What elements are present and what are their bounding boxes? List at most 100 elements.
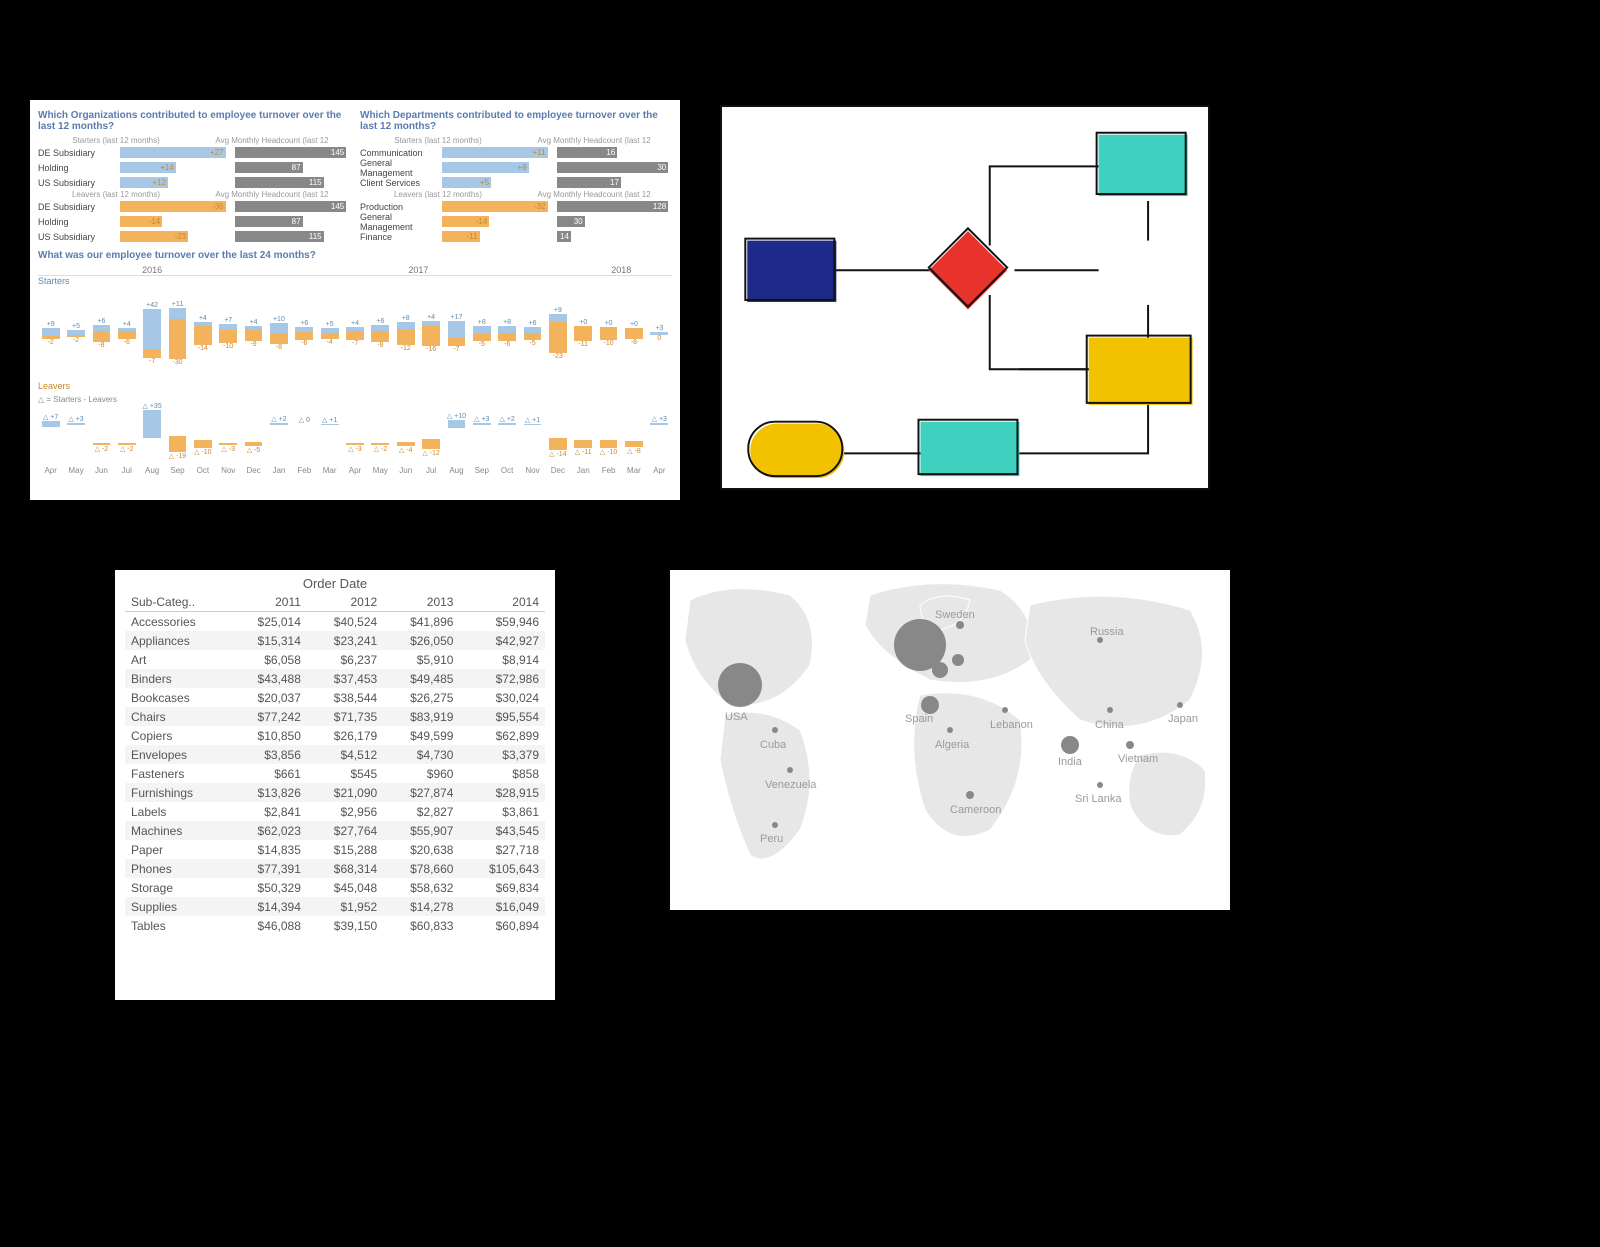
cell: Accessories [125, 612, 231, 632]
table-row: Fasteners$661$545$960$858 [125, 764, 545, 783]
flow-node-b [1087, 336, 1193, 405]
table-row: Chairs$77,242$71,735$83,919$95,554 [125, 707, 545, 726]
flow-node-start [745, 239, 836, 302]
month-tick: Apr [38, 466, 63, 475]
d-sub-head2: Avg Monthly Headcount (last 12 [516, 190, 672, 199]
map-label-venezuela: Venezuela [765, 779, 817, 791]
cell: $3,861 [459, 802, 545, 821]
delta-bar: △ -3 [342, 415, 367, 453]
table-row: Binders$43,488$37,453$49,485$72,986 [125, 669, 545, 688]
month-tick: May [368, 466, 393, 475]
cell: $6,237 [307, 650, 383, 669]
cell: $6,058 [231, 650, 307, 669]
value-bar: -14 [442, 216, 489, 227]
table-title: Order Date [125, 576, 545, 593]
table-row: Tables$46,088$39,150$60,833$60,894 [125, 916, 545, 935]
month-bar: +0-10 [596, 320, 621, 347]
table-row: Copiers$10,850$26,179$49,599$62,899 [125, 726, 545, 745]
month-bar: +5-2 [63, 323, 88, 344]
cell: $95,554 [459, 707, 545, 726]
delta-bar: △ +1 [520, 416, 545, 453]
cell: $14,278 [383, 897, 459, 916]
delta-bar: △ +7 [38, 413, 63, 455]
bar-row: General Management+930 [360, 160, 672, 175]
col-header: 2011 [231, 593, 307, 612]
month-bar: +9-23 [545, 307, 570, 360]
flow-node-c [918, 420, 1019, 476]
cell: $43,488 [231, 669, 307, 688]
cell: $20,638 [383, 840, 459, 859]
cell: $28,915 [459, 783, 545, 802]
table-row: Art$6,058$6,237$5,910$8,914 [125, 650, 545, 669]
month-bar: +4-7 [342, 320, 367, 347]
delta-bar: △ -2 [114, 415, 139, 453]
month-bar: +6-8 [89, 318, 114, 348]
cell: $60,833 [383, 916, 459, 935]
cell: $14,835 [231, 840, 307, 859]
month-tick: Sep [469, 466, 494, 475]
cell: $72,986 [459, 669, 545, 688]
month-tick: Dec [241, 466, 266, 475]
table-row: Supplies$14,394$1,952$14,278$16,049 [125, 897, 545, 916]
bar-label: US Subsidiary [38, 232, 120, 242]
map-bubble-cameroon [966, 791, 974, 799]
cell: $2,841 [231, 802, 307, 821]
delta-bar: △ -10 [596, 412, 621, 456]
cell: $27,718 [459, 840, 545, 859]
month-bar: +0-11 [571, 319, 596, 348]
cell: $858 [459, 764, 545, 783]
map-label-vietnam: Vietnam [1118, 753, 1158, 765]
sub-headcount: Avg Monthly Headcount (last 12 [194, 136, 350, 145]
bar-row: DE Subsidiary+27145 [38, 145, 350, 160]
cell: $960 [383, 764, 459, 783]
cell: Fasteners [125, 764, 231, 783]
cell: $4,730 [383, 745, 459, 764]
cell: $16,049 [459, 897, 545, 916]
map-label-sweden: Sweden [935, 609, 975, 621]
headcount-bar: 30 [557, 216, 585, 227]
bar-label: DE Subsidiary [38, 148, 120, 158]
value-bar: -32 [442, 201, 548, 212]
delta-bar: △ +2 [266, 415, 291, 453]
cell: $14,394 [231, 897, 307, 916]
month-tick: Jan [266, 466, 291, 475]
cell: $62,899 [459, 726, 545, 745]
cell: $15,314 [231, 631, 307, 650]
world-map: USA Cuba Venezuela Peru Spain Sweden Alg… [670, 570, 1230, 910]
map-bubble-srilanka [1097, 782, 1103, 788]
month-tick: Nov [216, 466, 241, 475]
map-bubble-algeria [947, 727, 953, 733]
month-tick: Oct [190, 466, 215, 475]
month-bar: +4-9 [241, 319, 266, 349]
month-tick: Apr [647, 466, 672, 475]
monthly-starters-leavers-chart: +9-2+5-2+6-8+4-6+42-7+11-30+4-14+7-10+4-… [38, 286, 672, 381]
headcount-bar: 30 [557, 162, 668, 173]
delta-bar: △ -5 [241, 414, 266, 454]
value-bar: +11 [442, 147, 548, 158]
cell: $50,329 [231, 878, 307, 897]
cell: $38,544 [307, 688, 383, 707]
cell: $45,048 [307, 878, 383, 897]
map-bubble-sweden [956, 621, 964, 629]
map-label-cuba: Cuba [760, 739, 787, 751]
delta-bar: △ +3 [469, 415, 494, 453]
bar-row: Holding-1487 [38, 214, 350, 229]
month-tick: Sep [165, 466, 190, 475]
cell: Chairs [125, 707, 231, 726]
year-axis: 2016 2017 2018 [38, 265, 672, 276]
bar-label: Finance [360, 232, 442, 242]
value-bar: +5 [442, 177, 491, 188]
month-bar: +5-4 [317, 321, 342, 345]
cell: $10,850 [231, 726, 307, 745]
delta-bar: △ -11 [571, 412, 596, 457]
bar-label: General Management [360, 158, 442, 178]
dept-question: Which Departments contributed to employe… [360, 110, 672, 132]
month-bar: +8-12 [393, 315, 418, 353]
month-tick: Mar [317, 466, 342, 475]
month-bar: +17-7 [444, 314, 469, 354]
map-bubble-germany [952, 654, 964, 666]
flow-node-a [1097, 133, 1188, 196]
month-bar: +10-8 [266, 316, 291, 350]
map-label-cameroon: Cameroon [950, 804, 1001, 816]
cell: Art [125, 650, 231, 669]
